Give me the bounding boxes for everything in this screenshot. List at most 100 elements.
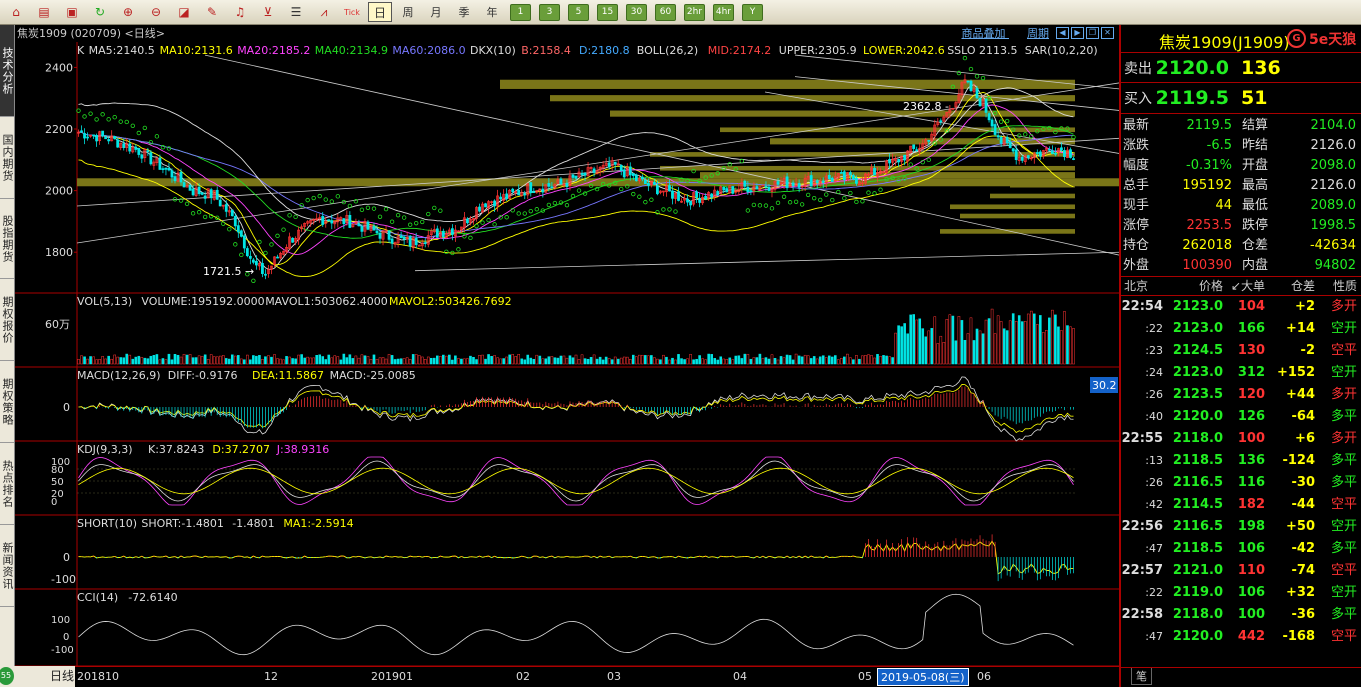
- stat-value: 2126.0: [1310, 178, 1357, 193]
- volume-bar: [559, 355, 563, 365]
- volume-bar: [900, 326, 903, 365]
- volume-bar: [852, 359, 855, 365]
- sar-dot: [757, 203, 763, 208]
- short-indicator-label: SHORT:-1.4801: [141, 517, 223, 530]
- tab-trades[interactable]: 笔: [1131, 668, 1152, 685]
- sidebar-tab-news[interactable]: 新闻资讯: [0, 525, 14, 607]
- tick-list[interactable]: 22:54 2123.0 104 +2 多开:22 2123.0 166 +14 空开:23 21…: [1121, 296, 1361, 648]
- tick-price: 2123.0: [1172, 321, 1223, 336]
- period-4hr-button[interactable]: 4hr: [713, 3, 734, 21]
- filter-icon[interactable]: ⊻: [256, 2, 280, 22]
- sidebar-tab-hot-ranking[interactable]: 热点排名: [0, 443, 14, 525]
- candle-body: [408, 235, 412, 247]
- period-month-button[interactable]: 月: [424, 2, 448, 22]
- refresh-icon[interactable]: ↻: [88, 2, 112, 22]
- period-60min-button[interactable]: 60: [655, 3, 676, 21]
- candle-body: [686, 198, 689, 203]
- tick-row[interactable]: :42 2114.5 182 -44 空平: [1121, 494, 1361, 516]
- tick-row[interactable]: 22:56 2116.5 198 +50 空开: [1121, 516, 1361, 538]
- period-5min-button[interactable]: 5: [568, 3, 589, 21]
- cci-tick-label: -100: [51, 645, 74, 656]
- window-icon[interactable]: ◪: [172, 2, 196, 22]
- volume-bar: [631, 354, 635, 365]
- tick-row[interactable]: :23 2124.5 130 -2 空平: [1121, 340, 1361, 362]
- tick-row[interactable]: :13 2118.5 136 -124 多平: [1121, 450, 1361, 472]
- short-indicator-label: -1.4801: [232, 517, 274, 530]
- x-label: 06: [977, 670, 991, 683]
- tick-row[interactable]: :26 2123.5 120 +44 多开: [1121, 384, 1361, 406]
- tick-row[interactable]: :47 2118.5 106 -42 多平: [1121, 538, 1361, 560]
- bell-icon[interactable]: ♫: [228, 2, 252, 22]
- scroll-left-icon[interactable]: ◀: [1056, 27, 1069, 39]
- sidebar-tab-option-strategy[interactable]: 期权策略: [0, 361, 14, 443]
- zoom-in-icon[interactable]: ⊕: [116, 2, 140, 22]
- volume-bar: [387, 354, 391, 365]
- tick-row[interactable]: 22:55 2118.0 100 +6 多开: [1121, 428, 1361, 450]
- tick-row[interactable]: 22:54 2123.0 104 +2 多开: [1121, 296, 1361, 318]
- sar-dot: [269, 242, 274, 247]
- news-icon[interactable]: ▣: [60, 2, 84, 22]
- short-ma-line: [78, 540, 1074, 575]
- tick-row[interactable]: :24 2123.0 312 +152 空开: [1121, 362, 1361, 384]
- stat-row: 涨跌 -6.5 昨结 2126.0: [1121, 136, 1361, 156]
- tick-icon[interactable]: Tick: [340, 2, 364, 22]
- period-15min-button[interactable]: 15: [597, 3, 618, 21]
- volume-bar: [993, 333, 997, 365]
- period-week-button[interactable]: 周: [396, 2, 420, 22]
- volume-bar: [122, 357, 126, 365]
- main-indicator-label: K: [77, 44, 85, 57]
- scroll-right-icon[interactable]: ▶: [1071, 27, 1084, 39]
- candle-body: [851, 175, 855, 180]
- vol-indicator-label: MAVOL1:503062.4000: [265, 295, 388, 308]
- tick-row[interactable]: :40 2120.0 126 -64 多平: [1121, 406, 1361, 428]
- volume-bar: [240, 358, 243, 365]
- sar-dot: [202, 214, 208, 220]
- period-year-custom-button[interactable]: Y: [742, 3, 763, 21]
- sidebar-tab-technical[interactable]: 技术分析: [0, 25, 14, 117]
- period-30min-button[interactable]: 30: [626, 3, 647, 21]
- volume-bar: [879, 356, 882, 365]
- main-indicator-label: MID:2174.2: [708, 44, 771, 57]
- notes-icon[interactable]: ▤: [32, 2, 56, 22]
- window-restore-icon[interactable]: ❐: [1086, 27, 1099, 39]
- tick-row[interactable]: :26 2116.5 116 -30 多平: [1121, 472, 1361, 494]
- tick-row[interactable]: 22:57 2121.0 110 -74 空平: [1121, 560, 1361, 582]
- home-icon[interactable]: ⌂: [4, 2, 28, 22]
- close-icon[interactable]: ✕: [1101, 27, 1114, 39]
- candle-body: [628, 166, 632, 176]
- tick-row[interactable]: 22:58 2118.0 100 -36 多平: [1121, 604, 1361, 626]
- period-link[interactable]: 周期: [1027, 27, 1049, 40]
- tick-row[interactable]: :22 2119.0 106 +32 空开: [1121, 582, 1361, 604]
- candle-body: [236, 225, 240, 233]
- tick-row[interactable]: :22 2123.0 166 +14 空开: [1121, 318, 1361, 340]
- volume-bar: [843, 356, 846, 365]
- period-year-button[interactable]: 年: [480, 2, 504, 22]
- period-3min-button[interactable]: 3: [539, 3, 560, 21]
- sar-dot: [438, 208, 443, 213]
- volume-bar: [815, 358, 819, 365]
- sidebar-tab-index-futures[interactable]: 股指期货: [0, 199, 14, 279]
- sidebar-tab-domestic-futures[interactable]: 国内期货: [0, 117, 14, 199]
- volume-bar: [837, 359, 840, 365]
- volume-bar: [746, 353, 750, 365]
- sar-dot: [389, 219, 395, 224]
- sar-dot: [142, 125, 148, 131]
- zoom-out-icon[interactable]: ⊖: [144, 2, 168, 22]
- kline-chart[interactable]: 2362.8 - 1721.5 → 2400 2200 2000 1800 K MA5:214…: [15, 42, 1119, 666]
- volume-bar: [550, 356, 554, 365]
- volume-bar: [846, 353, 849, 365]
- period-quarter-button[interactable]: 季: [452, 2, 476, 22]
- table-icon[interactable]: ☰: [284, 2, 308, 22]
- period-1min-button[interactable]: 1: [510, 3, 531, 21]
- tick-row[interactable]: :47 2120.0 442 -168 空平: [1121, 626, 1361, 648]
- draw-pen-icon[interactable]: ✎: [200, 2, 224, 22]
- period-day-button[interactable]: 日: [368, 2, 392, 22]
- candle-body: [809, 175, 813, 187]
- line-chart-icon[interactable]: ⩘: [312, 2, 336, 22]
- overlay-link[interactable]: 商品叠加: [962, 27, 1006, 40]
- volume-bar: [233, 355, 237, 365]
- sar-dot: [854, 199, 859, 205]
- period-2hr-button[interactable]: 2hr: [684, 3, 705, 21]
- sar-dot: [287, 213, 292, 218]
- sidebar-tab-option-quotes[interactable]: 期权报价: [0, 279, 14, 361]
